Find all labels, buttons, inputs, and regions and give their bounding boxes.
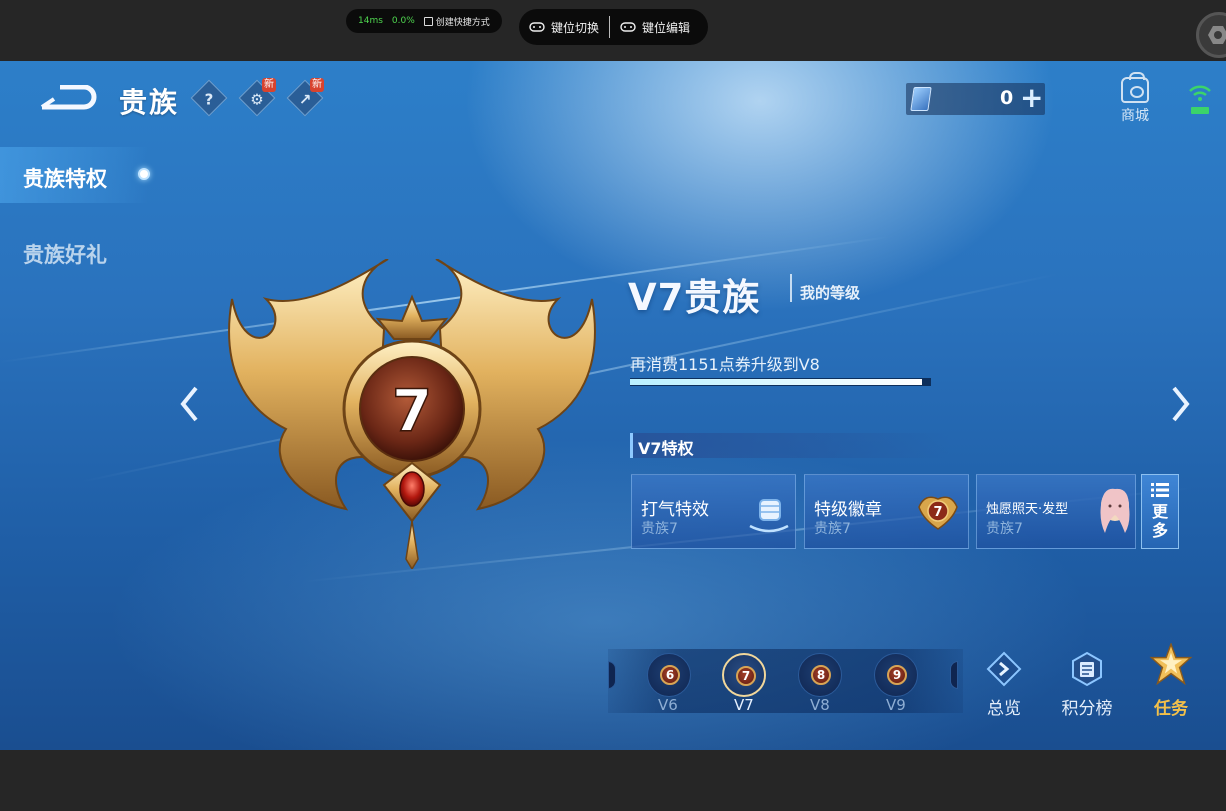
hairstyle-avatar-icon — [1100, 488, 1130, 533]
nav-active-dot — [138, 168, 150, 180]
wifi-battery-icon — [1189, 85, 1211, 114]
perk-card-badge[interactable]: 特级徽章 贵族7 7 — [804, 474, 969, 549]
list-icon — [1151, 483, 1169, 497]
emulator-settings-button[interactable] — [1196, 12, 1226, 58]
level-label-v6: V6 — [658, 696, 678, 714]
v7-emblem-icon: 7 — [228, 258, 596, 571]
shop-button[interactable]: 商城 — [1118, 72, 1152, 125]
gamepad-icon — [529, 22, 545, 32]
level-button-v6[interactable]: 6 — [647, 653, 691, 697]
more-label-2: 多 — [1151, 521, 1168, 540]
perk-name: 特级徽章 — [814, 500, 882, 520]
gear-icon — [1208, 26, 1226, 44]
perf-indicator: 14ms 0.0% 创建快捷方式 — [346, 9, 502, 33]
coupon-value: 0 — [1000, 87, 1014, 109]
create-shortcut-button[interactable]: 创建快捷方式 — [423, 15, 490, 28]
more-perks-button[interactable]: 更 多 — [1141, 474, 1179, 549]
key-switch-label: 键位切换 — [551, 20, 600, 35]
perks-header-label: V7特权 — [638, 439, 694, 458]
upgrade-progress-fill — [630, 379, 922, 385]
level-scroll-right-indicator[interactable] — [950, 661, 958, 689]
level-button-v8[interactable]: 8 — [798, 653, 842, 697]
perk-tier: 贵族7 — [814, 521, 851, 537]
next-level-arrow-icon[interactable] — [1172, 386, 1190, 422]
nav-item-gifts[interactable]: 贵族好礼 — [23, 239, 107, 269]
tasks-label: 任务 — [1154, 699, 1188, 719]
tasks-star-icon — [1149, 642, 1193, 686]
upgrade-progress-bar — [630, 378, 931, 386]
overview-button[interactable]: 总览 — [975, 651, 1033, 719]
emblem-level-number: 7 — [392, 377, 432, 445]
shop-label: 商城 — [1121, 108, 1149, 124]
leaderboard-button[interactable]: 积分榜 — [1058, 651, 1116, 719]
emulator-bottom-bar — [0, 750, 1226, 811]
upgrade-progress-text: 再消费1151点券升级到V8 — [630, 355, 820, 374]
my-level-label: 我的等级 — [800, 284, 861, 302]
level-gem-icon: 6 — [660, 665, 680, 685]
more-label-1: 更 — [1151, 502, 1168, 521]
help-button[interactable]: ? — [190, 79, 228, 117]
level-button-v7[interactable]: 7 — [722, 653, 766, 697]
level-label-v9: V9 — [886, 696, 906, 714]
back-icon[interactable] — [38, 85, 98, 111]
perks-header: V7特权 — [630, 433, 950, 458]
level-scroll-left-indicator[interactable] — [608, 661, 616, 689]
shortcut-icon — [423, 16, 433, 26]
level-gem-icon: 7 — [736, 666, 756, 686]
v7-badge-icon: 7 — [918, 496, 958, 530]
coupon-card-icon — [910, 87, 932, 111]
level-title: V7贵族 — [628, 276, 761, 319]
perk-tier: 贵族7 — [641, 521, 678, 537]
leaderboard-label: 积分榜 — [1061, 699, 1113, 719]
level-label-v7: V7 — [734, 696, 754, 714]
new-badge: 新 — [310, 78, 324, 92]
perk-card-hairstyle[interactable]: 烛愿照天·发型 贵族7 — [976, 474, 1136, 549]
new-badge: 新 — [262, 78, 276, 92]
key-switch-button[interactable]: 键位切换 — [519, 19, 609, 36]
perk-tier: 贵族7 — [986, 521, 1023, 537]
level-label-v8: V8 — [810, 696, 830, 714]
perk-name: 烛愿照天·发型 — [986, 502, 1069, 517]
level-gem-icon: 9 — [887, 665, 907, 685]
add-coupon-button[interactable]: + — [1020, 83, 1043, 113]
nav-item-privileges[interactable]: 贵族特权 — [23, 163, 107, 193]
key-mapping-bar: 键位切换 键位编辑 — [519, 9, 708, 45]
shop-icon — [1121, 72, 1149, 103]
prev-level-arrow-icon[interactable] — [180, 386, 198, 422]
key-edit-label: 键位编辑 — [642, 20, 691, 35]
emulator-window: 14ms 0.0% 创建快捷方式 键位切换 键位编辑 贵族 ? ⚙ 新 ↗ 新 … — [0, 0, 1226, 811]
help-icon: ? — [204, 90, 214, 109]
page-title: 贵族 — [119, 86, 180, 119]
leaderboard-icon — [1072, 651, 1102, 687]
title-divider — [790, 274, 792, 302]
perk-card-cheer-effect[interactable]: 打气特效 贵族7 — [631, 474, 796, 549]
emulator-toolbar: 14ms 0.0% 创建快捷方式 键位切换 键位编辑 — [0, 0, 1226, 61]
gamepad-icon — [620, 22, 636, 32]
ping-value: 14ms — [358, 16, 383, 26]
perk-name: 打气特效 — [641, 500, 709, 520]
key-edit-button[interactable]: 键位编辑 — [610, 19, 700, 36]
badge-number: 7 — [933, 505, 942, 520]
loss-value: 0.0% — [391, 16, 415, 26]
level-button-v9[interactable]: 9 — [874, 653, 918, 697]
game-screen: 贵族 ? ⚙ 新 ↗ 新 0 + 商城 贵族特权 贵族好礼 7 V7贵族 我的等… — [0, 61, 1226, 750]
coupon-balance: 0 + — [906, 83, 1045, 115]
level-gem-icon: 8 — [811, 665, 831, 685]
overview-label: 总览 — [987, 699, 1021, 719]
fist-effect-icon — [749, 499, 789, 533]
noble-emblem: 7 — [226, 258, 598, 571]
tasks-button[interactable]: 任务 — [1142, 642, 1200, 719]
create-shortcut-label: 创建快捷方式 — [435, 17, 490, 28]
overview-diamond-icon — [986, 651, 1022, 687]
